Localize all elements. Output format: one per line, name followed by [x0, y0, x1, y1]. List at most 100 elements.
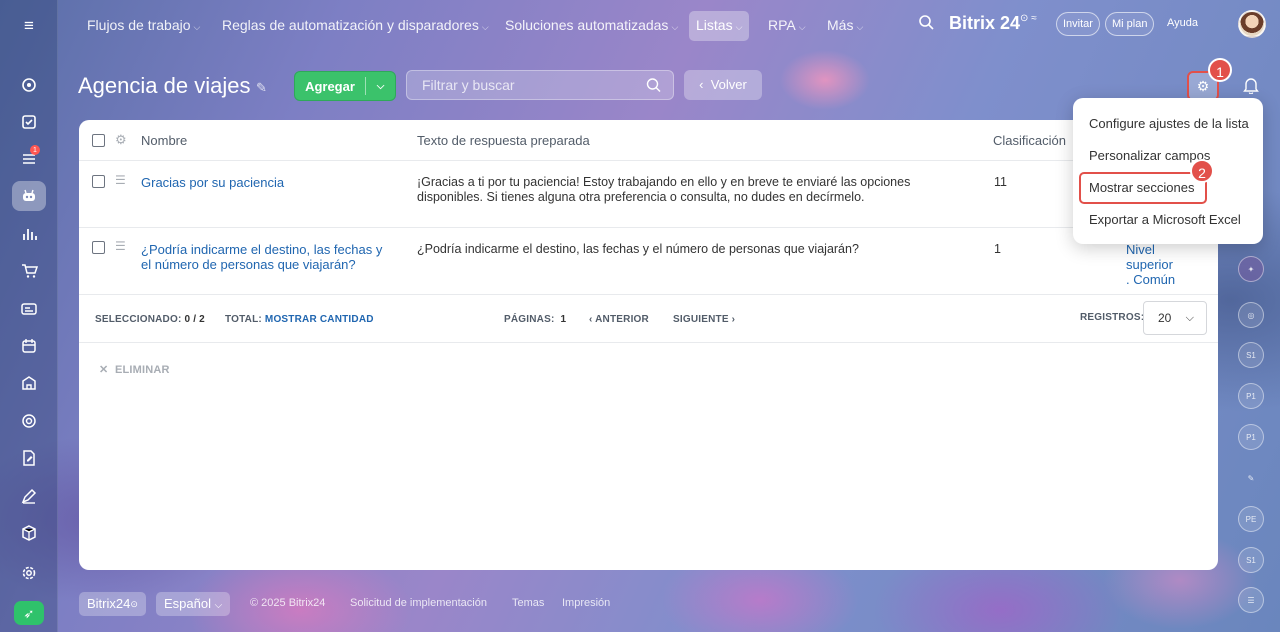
- search-icon[interactable]: [646, 71, 661, 109]
- records-per-page-select[interactable]: 20 ⌵: [1143, 301, 1207, 335]
- footer-link-implementation[interactable]: Solicitud de implementación: [350, 597, 487, 609]
- row-text-cell: ¿Podría indicarme el destino, las fechas…: [417, 242, 859, 256]
- chat-icon[interactable]: ◎: [1238, 302, 1264, 328]
- filter-placeholder: Filtrar y buscar: [422, 77, 515, 93]
- filter-search-input[interactable]: Filtrar y buscar: [406, 70, 674, 100]
- add-button[interactable]: Agregar ⌵: [294, 71, 396, 101]
- analytics-icon[interactable]: [12, 219, 46, 249]
- selected-count: SELECCIONADO: 0 / 2: [95, 314, 205, 325]
- select-all-checkbox[interactable]: [92, 134, 105, 147]
- step-marker-1: 1: [1208, 58, 1232, 82]
- right-sidebar: ✦ ◎ S1 P1 P1 ✎ PE S1 ☰: [1220, 240, 1280, 632]
- rocket-icon[interactable]: ➶: [14, 601, 44, 625]
- column-header-rank[interactable]: Clasificación: [993, 133, 1066, 148]
- menu-item-export-excel[interactable]: Exportar a Microsoft Excel: [1089, 210, 1241, 230]
- chevron-down-icon: ⌵: [671, 22, 679, 32]
- column-header-name[interactable]: Nombre: [141, 133, 187, 148]
- row-name-link[interactable]: Gracias por su paciencia: [141, 175, 284, 190]
- box-icon[interactable]: [12, 518, 46, 548]
- user-avatar[interactable]: [1238, 10, 1266, 38]
- row-text-line: ¡Gracias a ti por tu paciencia! Estoy tr…: [417, 175, 911, 189]
- show-count-link[interactable]: MOSTRAR CANTIDAD: [265, 314, 374, 325]
- row-name-link[interactable]: ¿Podría indicarme el destino, las fechas…: [141, 242, 401, 272]
- feed-icon[interactable]: 1: [12, 144, 46, 174]
- chat-list-icon[interactable]: ☰: [1238, 587, 1264, 613]
- pen-icon[interactable]: [12, 481, 46, 511]
- records-label: REGISTROS:: [1080, 312, 1145, 323]
- menu-item-show-sections[interactable]: Mostrar secciones: [1089, 178, 1194, 198]
- language-select[interactable]: Español ⌵: [156, 592, 231, 616]
- section-line: superior: [1126, 257, 1173, 272]
- nav-more[interactable]: Más ⌵: [827, 15, 863, 37]
- page-title: Agencia de viajes: [78, 73, 251, 98]
- app-icon[interactable]: ✦: [1238, 256, 1264, 282]
- messenger-icon[interactable]: [12, 70, 46, 100]
- sign-document-icon[interactable]: [12, 443, 46, 473]
- prev-page-button[interactable]: ‹ ANTERIOR: [589, 314, 649, 325]
- divider: [79, 294, 1218, 295]
- row-text-cell: ¡Gracias a ti por tu paciencia! Estoy tr…: [417, 175, 957, 205]
- avatar[interactable]: P1: [1238, 424, 1264, 450]
- chevron-down-icon: ⌵: [798, 22, 806, 32]
- row-rank-cell: 1: [994, 242, 1001, 256]
- menu-item-configure[interactable]: Configure ajustes de la lista: [1089, 114, 1249, 134]
- footer-brand[interactable]: Bitrix24⊙: [79, 592, 146, 616]
- pin-icon[interactable]: ✎: [256, 80, 267, 96]
- row-text-line: disponibles. Si tienes alguna otra prefe…: [417, 190, 865, 204]
- next-page-button[interactable]: SIGUIENTE ›: [673, 314, 735, 325]
- tasks-icon[interactable]: [12, 107, 46, 137]
- nav-workflows[interactable]: Flujos de trabajo ⌵: [87, 15, 200, 37]
- back-button-label: Volver: [710, 77, 747, 92]
- gear-icon: ⚙: [1196, 77, 1210, 94]
- nav-automated-solutions[interactable]: Soluciones automatizadas ⌵: [505, 15, 678, 37]
- top-navigation: Flujos de trabajo ⌵ Reglas de automatizac…: [58, 0, 1280, 50]
- chevron-left-icon: ‹: [699, 77, 704, 92]
- bell-icon[interactable]: [1243, 76, 1259, 98]
- invite-button[interactable]: Invitar: [1056, 12, 1100, 36]
- calendar-icon[interactable]: [12, 331, 46, 361]
- target-icon[interactable]: [12, 406, 46, 436]
- settings-icon[interactable]: [12, 558, 46, 588]
- add-button-label: Agregar: [305, 78, 355, 94]
- delete-action[interactable]: ✕ ELIMINAR: [99, 363, 170, 376]
- chevron-down-icon: ⌵: [214, 600, 223, 611]
- new-chat-icon[interactable]: ✎: [1238, 465, 1264, 491]
- footer-link-themes[interactable]: Temas: [512, 597, 544, 609]
- column-header-text[interactable]: Texto de respuesta preparada: [417, 133, 590, 148]
- chevron-down-icon: ⌵: [193, 22, 201, 32]
- row-checkbox[interactable]: [92, 175, 105, 188]
- avatar[interactable]: PE: [1238, 506, 1264, 532]
- drag-handle-icon[interactable]: ☰: [115, 173, 126, 187]
- row-name-line: ¿Podría indicarme el destino, las fechas…: [141, 242, 383, 257]
- column-settings-gear-icon[interactable]: ⚙: [115, 132, 127, 148]
- nav-automation-rules[interactable]: Reglas de automatización y disparadores ⌵: [222, 15, 489, 37]
- row-checkbox[interactable]: [92, 241, 105, 254]
- help-button[interactable]: Ayuda: [1161, 12, 1204, 36]
- chevron-down-icon[interactable]: ⌵: [366, 81, 395, 92]
- chevron-down-icon: ⌵: [1185, 312, 1194, 324]
- back-button[interactable]: ‹ Volver: [684, 70, 762, 100]
- avatar[interactable]: P1: [1238, 383, 1264, 409]
- my-plan-button[interactable]: Mi plan: [1105, 12, 1155, 36]
- footer-link-print[interactable]: Impresión: [562, 597, 610, 609]
- list-panel: ⚙ Nombre Texto de respuesta preparada Cl…: [79, 120, 1218, 570]
- nav-lists[interactable]: Listas ⌵: [689, 11, 750, 41]
- clock-icon: ⊙: [130, 599, 138, 609]
- copyright: © 2025 Bitrix24: [250, 597, 326, 609]
- automation-icon[interactable]: [12, 181, 46, 211]
- bitrix-logo[interactable]: Bitrix 24⊙ ≈: [949, 13, 1037, 34]
- row-section-link[interactable]: Nivel superior . Común: [1126, 242, 1175, 287]
- chevron-down-icon: ⌵: [856, 22, 864, 32]
- search-icon[interactable]: [918, 14, 934, 35]
- nav-rpa[interactable]: RPA ⌵: [768, 15, 806, 37]
- contact-card-icon[interactable]: [12, 294, 46, 324]
- section-line: . Común: [1126, 272, 1176, 287]
- drag-handle-icon[interactable]: ☰: [115, 239, 126, 253]
- close-icon: ✕: [99, 364, 109, 376]
- step-marker-2: 2: [1190, 159, 1214, 183]
- store-icon[interactable]: [12, 368, 46, 398]
- avatar[interactable]: S1: [1238, 547, 1264, 573]
- avatar[interactable]: S1: [1238, 342, 1264, 368]
- menu-icon[interactable]: ≡: [12, 10, 46, 40]
- cart-icon[interactable]: [12, 256, 46, 286]
